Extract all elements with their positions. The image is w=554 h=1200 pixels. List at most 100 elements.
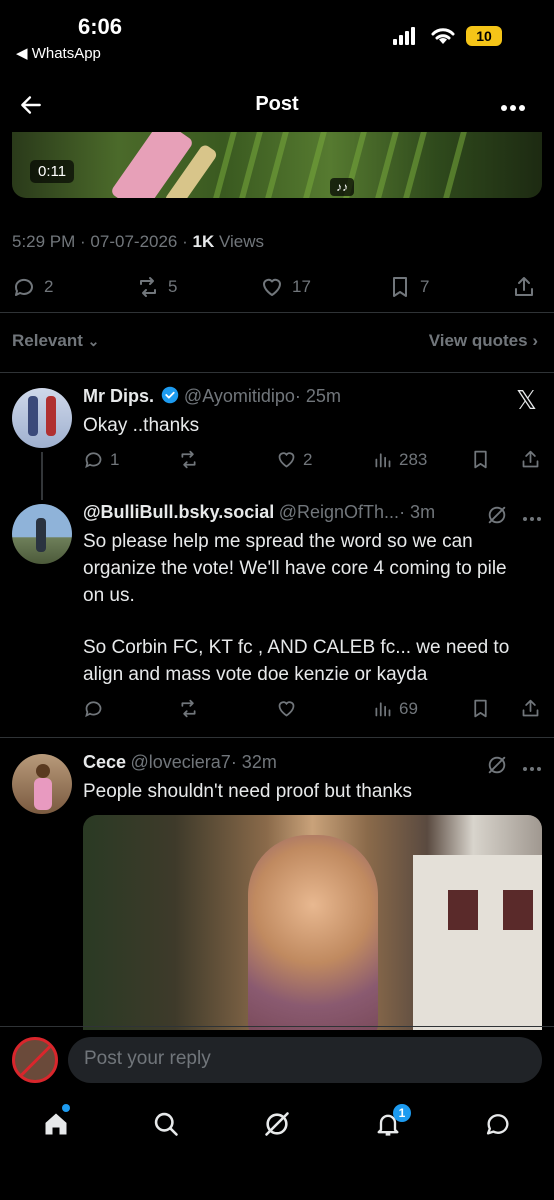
reply-time: · 3m xyxy=(399,502,436,522)
wifi-icon xyxy=(430,25,456,50)
repost-stat[interactable]: 5 xyxy=(136,274,177,300)
share-button[interactable] xyxy=(520,449,541,470)
repost-button[interactable] xyxy=(178,449,205,470)
reply-time: · 25m xyxy=(294,386,341,406)
share-icon xyxy=(522,699,539,717)
verified-badge-icon xyxy=(161,386,179,409)
bookmark-icon xyxy=(393,277,407,297)
share-button[interactable] xyxy=(512,274,536,300)
bookmark-icon xyxy=(474,450,487,469)
bookmark-icon xyxy=(474,699,487,718)
bookmark-count: 7 xyxy=(420,277,430,296)
search-tab[interactable] xyxy=(152,1110,180,1143)
avatar[interactable] xyxy=(12,754,72,814)
author-handle[interactable]: @loveciera7 xyxy=(130,752,230,772)
chevron-right-icon: › xyxy=(532,331,538,350)
signal-icon xyxy=(393,27,417,50)
grok-tab[interactable] xyxy=(263,1110,291,1143)
bookmark-stat[interactable]: 7 xyxy=(388,274,429,300)
reply-stat[interactable]: 2 xyxy=(12,274,53,300)
like-count: 2 xyxy=(303,449,313,469)
home-icon xyxy=(45,1113,67,1135)
grok-icon[interactable] xyxy=(486,504,508,531)
views-count: 69 xyxy=(399,698,418,718)
more-options-icon[interactable] xyxy=(500,100,526,118)
x-logo-icon: 𝕏 xyxy=(516,385,537,415)
grok-icon[interactable] xyxy=(486,754,508,781)
view-quotes-label: View quotes xyxy=(428,331,528,350)
notifications-tab[interactable]: 1 xyxy=(374,1104,411,1143)
views-chart-icon xyxy=(375,702,391,717)
chevron-down-icon: ⌄ xyxy=(87,333,100,349)
repost-icon xyxy=(181,450,196,469)
author-name[interactable]: Mr Dips. xyxy=(83,386,154,406)
notification-badge: 1 xyxy=(393,1104,411,1122)
views-label: Views xyxy=(218,232,265,251)
reply-header: Mr Dips. @Ayomitidipo· 25m xyxy=(83,386,341,409)
share-icon xyxy=(522,450,539,468)
back-to-whatsapp-link[interactable]: ◀ WhatsApp xyxy=(16,44,101,62)
bookmark-button[interactable] xyxy=(470,698,491,719)
video-duration: 0:11 xyxy=(30,160,75,183)
reply-time: · 32m xyxy=(230,752,277,772)
new-content-dot xyxy=(62,1104,70,1112)
divider xyxy=(0,737,554,738)
reply-text: So Corbin FC, KT fc , AND CALEB fc... we… xyxy=(83,637,510,685)
reply-count: 2 xyxy=(44,277,54,296)
home-tab[interactable] xyxy=(42,1104,70,1143)
views-count: 283 xyxy=(399,449,428,469)
music-badge: ♪♪ xyxy=(330,178,354,196)
avatar[interactable] xyxy=(12,388,72,448)
reply-input-placeholder: Post your reply xyxy=(84,1048,211,1069)
like-button[interactable]: 2 xyxy=(276,449,312,470)
reply-text: People shouldn't need proof but thanks xyxy=(83,781,412,802)
post-meta: 5:29 PM · 07-07-2026 · 1K Views xyxy=(12,232,265,251)
sort-label: Relevant xyxy=(12,331,83,350)
reply-icon xyxy=(14,278,33,296)
sort-dropdown[interactable]: Relevant ⌄ xyxy=(12,331,99,351)
share-button[interactable] xyxy=(520,698,541,719)
like-stat[interactable]: 17 xyxy=(260,274,311,300)
post-time: 5:29 PM xyxy=(12,232,76,251)
repost-count: 5 xyxy=(168,277,178,296)
own-avatar[interactable] xyxy=(12,1037,58,1083)
reply-header: @BulliBull.bsky.social @ReignOfTh...· 3m xyxy=(83,502,435,523)
more-options-icon[interactable] xyxy=(522,760,542,778)
thread-line xyxy=(41,452,43,500)
author-name[interactable]: @BulliBull.bsky.social xyxy=(83,502,274,522)
divider xyxy=(0,1026,554,1027)
reply-header: Cece @loveciera7· 32m xyxy=(83,752,277,773)
divider xyxy=(0,372,554,373)
divider xyxy=(0,312,554,313)
like-count: 17 xyxy=(292,277,311,296)
view-quotes-link[interactable]: View quotes › xyxy=(429,331,538,351)
views-button[interactable]: 69 xyxy=(372,698,418,719)
views-button[interactable]: 283 xyxy=(372,449,427,470)
reply-media-gif[interactable] xyxy=(83,815,542,1030)
reply-button[interactable] xyxy=(83,698,110,719)
avatar[interactable] xyxy=(12,504,72,564)
battery-icon: 10 xyxy=(466,26,502,46)
repost-icon xyxy=(181,699,196,718)
repost-icon xyxy=(140,277,156,297)
author-name[interactable]: Cece xyxy=(83,752,126,772)
more-options-icon[interactable] xyxy=(522,510,542,528)
search-icon xyxy=(154,1112,178,1136)
heart-icon xyxy=(278,701,295,717)
video-media[interactable]: 0:11 ♪♪ xyxy=(12,132,542,198)
page-title: Post xyxy=(255,93,299,115)
author-handle[interactable]: @ReignOfTh... xyxy=(279,502,399,522)
repost-button[interactable] xyxy=(178,698,205,719)
messages-tab[interactable] xyxy=(484,1110,512,1143)
reply-icon xyxy=(85,452,102,469)
share-icon xyxy=(515,277,533,296)
battery-level: 10 xyxy=(476,28,492,44)
grok-icon xyxy=(265,1112,289,1136)
author-handle[interactable]: @Ayomitidipo xyxy=(184,386,295,406)
reply-icon xyxy=(85,701,102,718)
post-date: 07-07-2026 xyxy=(90,232,178,251)
like-button[interactable] xyxy=(276,698,303,719)
bookmark-button[interactable] xyxy=(470,449,491,470)
message-bubble-icon xyxy=(486,1114,509,1135)
reply-button[interactable]: 1 xyxy=(83,449,119,470)
